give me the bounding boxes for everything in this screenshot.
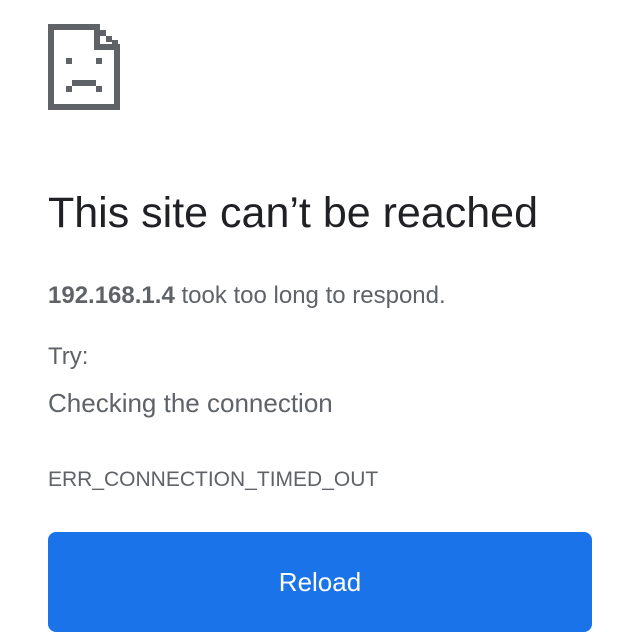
- reload-button[interactable]: Reload: [48, 532, 592, 632]
- summary-text: took too long to respond.: [174, 282, 446, 309]
- error-summary: 192.168.1.4 took too long to respond.: [48, 280, 446, 312]
- host-address: 192.168.1.4: [48, 282, 175, 309]
- try-label: Try:: [48, 343, 89, 370]
- page-title: This site can’t be reached: [48, 189, 538, 237]
- suggestion-item: Checking the connection: [48, 388, 333, 418]
- error-code: ERR_CONNECTION_TIMED_OUT: [48, 468, 379, 491]
- sad-document-icon: [48, 24, 120, 110]
- error-page: This site can’t be reached 192.168.1.4 t…: [48, 0, 592, 640]
